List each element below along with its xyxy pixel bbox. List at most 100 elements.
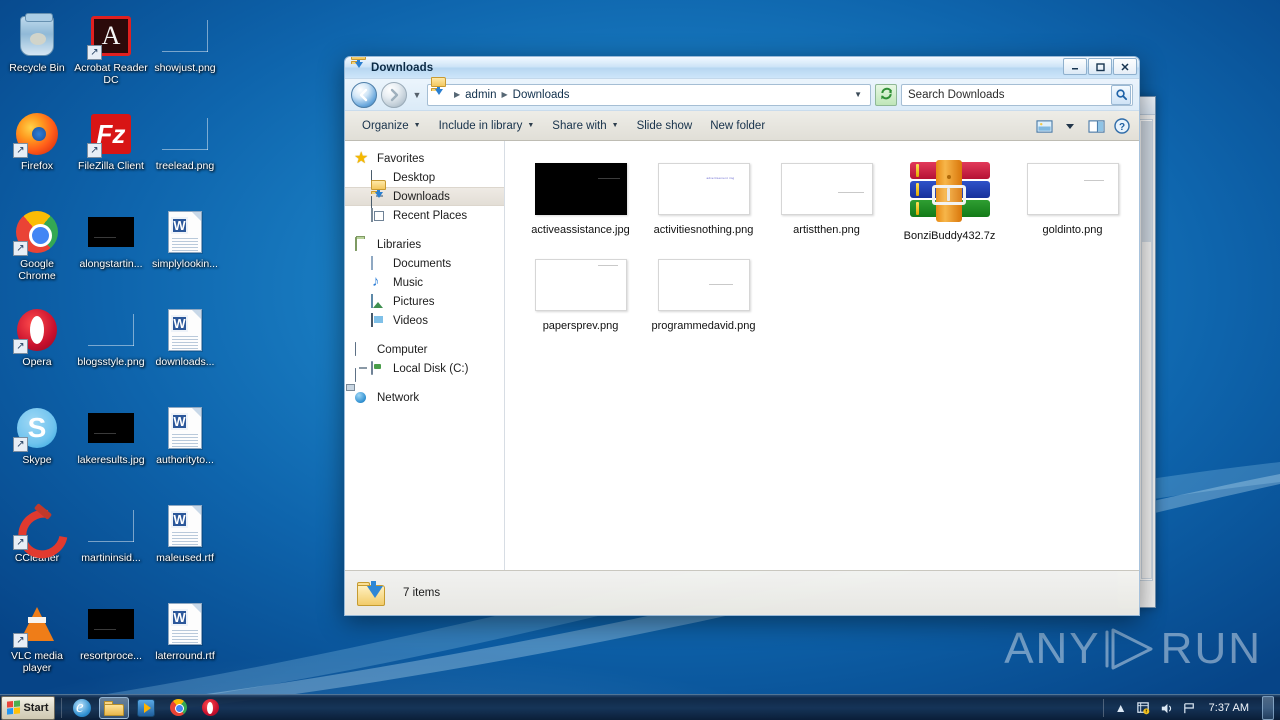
- minimize-button[interactable]: [1063, 58, 1087, 75]
- taskbar-windows-explorer[interactable]: [99, 696, 129, 719]
- sidebar-item-documents[interactable]: Documents: [345, 254, 504, 273]
- file-list-pane[interactable]: activeassistance.jpg advertisement img a…: [505, 141, 1139, 570]
- network-icon[interactable]: [1182, 700, 1198, 716]
- show-hidden-icons-chevron[interactable]: ▲: [1113, 700, 1129, 716]
- start-button[interactable]: Start: [1, 695, 55, 720]
- sidebar-item-music[interactable]: Music: [345, 273, 504, 292]
- forward-arrow-icon[interactable]: [381, 81, 407, 108]
- desktop-icon-skype[interactable]: S Skype: [0, 398, 74, 496]
- file-name: artistthen.png: [793, 224, 860, 236]
- desktop-icon-lakeresults[interactable]: lakeresults.jpg: [74, 398, 148, 496]
- file-item[interactable]: artistthen.png: [765, 155, 888, 251]
- taskbar-chrome[interactable]: [163, 697, 193, 719]
- shortcut-overlay-icon: [87, 45, 102, 60]
- desktop-icon-label: downloads...: [155, 356, 215, 368]
- sidebar-item-local-disk[interactable]: Local Disk (C:): [345, 359, 504, 378]
- desktop-icon-simplylookin[interactable]: W simplylookin...: [148, 202, 222, 300]
- desktop-icon-showjust[interactable]: showjust.png: [148, 6, 222, 104]
- close-button[interactable]: [1113, 58, 1137, 75]
- documents-icon: [371, 255, 387, 271]
- image-file-icon: [87, 600, 135, 648]
- sidebar-item-videos[interactable]: Videos: [345, 311, 504, 330]
- desktop-icon-downloads-doc[interactable]: W downloads...: [148, 300, 222, 398]
- file-item[interactable]: papersprev.png: [519, 251, 642, 341]
- preview-pane-icon[interactable]: [1085, 115, 1107, 137]
- volume-icon[interactable]: [1159, 700, 1175, 716]
- sidebar-item-recent-places[interactable]: Recent Places: [345, 206, 504, 225]
- opera-icon: [13, 306, 61, 354]
- recycle-bin-icon: [13, 12, 61, 60]
- file-item[interactable]: BonziBuddy432.7z: [888, 155, 1011, 251]
- desktop-icon-label: blogsstyle.png: [77, 356, 145, 368]
- breadcrumb-item-downloads[interactable]: Downloads: [511, 89, 572, 101]
- search-input[interactable]: Search Downloads: [901, 83, 1133, 106]
- desktop-icon-filezilla[interactable]: Fz FileZilla Client: [74, 104, 148, 202]
- desktop-icon-google-chrome[interactable]: Google Chrome: [0, 202, 74, 300]
- maximize-button[interactable]: [1088, 58, 1112, 75]
- desktop-icon-martininsid[interactable]: martininsid...: [74, 496, 148, 594]
- toolbar-share-with-button[interactable]: Share with ▼: [543, 117, 627, 135]
- desktop-icon-label: FileZilla Client: [78, 160, 144, 172]
- search-icon[interactable]: [1111, 84, 1131, 105]
- nav-label: Desktop: [393, 171, 436, 184]
- desktop-icon-label: VLC media player: [11, 650, 63, 674]
- window-body: Favorites Desktop Downloads Recent Place…: [345, 141, 1139, 570]
- toolbar-slide-show-button[interactable]: Slide show: [628, 117, 702, 135]
- window-titlebar[interactable]: Downloads: [345, 57, 1139, 79]
- desktop-icon-firefox[interactable]: Firefox: [0, 104, 74, 202]
- desktop-icon-maleused[interactable]: W maleused.rtf: [148, 496, 222, 594]
- taskbar-media-player[interactable]: [131, 697, 161, 719]
- recent-pages-chevron-icon[interactable]: ▼: [411, 90, 423, 100]
- desktop-icon-acrobat-reader[interactable]: A Acrobat Reader DC: [74, 6, 148, 104]
- clock[interactable]: 7:37 AM: [1205, 702, 1253, 714]
- image-thumbnail-white: advertisement img: [657, 163, 750, 215]
- file-item[interactable]: activeassistance.jpg: [519, 155, 642, 251]
- toolbar-include-in-library-button[interactable]: Include in library ▼: [430, 117, 544, 135]
- downloads-folder-icon: [351, 57, 366, 75]
- desktop-icon-ccleaner[interactable]: CCleaner: [0, 496, 74, 594]
- desktop-icon-resortproce[interactable]: resortproce...: [74, 594, 148, 692]
- windows-explorer-icon: [104, 700, 124, 716]
- action-center-flag-icon[interactable]: [1136, 700, 1152, 716]
- desktop-icon-authorityto[interactable]: W authorityto...: [148, 398, 222, 496]
- refresh-icon[interactable]: [875, 83, 897, 106]
- downloads-folder-icon: [431, 77, 446, 102]
- sidebar-item-downloads[interactable]: Downloads: [345, 179, 504, 206]
- desktop-icon-vlc[interactable]: VLC media player: [0, 594, 74, 692]
- desktop-icon-alongstartin[interactable]: alongstartin...: [74, 202, 148, 300]
- taskbar-internet-explorer[interactable]: [67, 697, 97, 719]
- breadcrumb-item-admin[interactable]: admin: [463, 89, 498, 101]
- desktop-icon-blogsstyle[interactable]: blogsstyle.png: [74, 300, 148, 398]
- windows-logo-icon: [7, 700, 21, 715]
- view-dropdown-icon[interactable]: [1059, 115, 1081, 137]
- breadcrumb[interactable]: ▶ admin ▶ Downloads ▼: [427, 77, 871, 106]
- file-item[interactable]: programmedavid.png: [642, 251, 765, 341]
- taskbar-opera[interactable]: [195, 697, 225, 719]
- desktop-icon-treelead[interactable]: treelead.png: [148, 104, 222, 202]
- show-desktop-button[interactable]: [1262, 696, 1274, 720]
- desktop-icon-opera[interactable]: Opera: [0, 300, 74, 398]
- help-icon[interactable]: ?: [1111, 115, 1133, 137]
- toolbar-new-folder-button[interactable]: New folder: [701, 117, 774, 135]
- toolbar-organize-button[interactable]: Organize ▼: [353, 117, 430, 135]
- file-thumbnail: [534, 255, 627, 315]
- shortcut-overlay-icon: [13, 535, 28, 550]
- navigation-pane: Favorites Desktop Downloads Recent Place…: [345, 141, 505, 570]
- nav-label: Music: [393, 276, 424, 289]
- nav-header-favorites[interactable]: Favorites: [345, 149, 504, 168]
- back-arrow-icon[interactable]: [351, 81, 377, 108]
- desktop-icon-recycle-bin[interactable]: Recycle Bin: [0, 6, 74, 104]
- address-dropdown-icon[interactable]: ▼: [852, 90, 868, 99]
- file-item[interactable]: goldinto.png: [1011, 155, 1134, 251]
- nav-header-libraries[interactable]: Libraries: [345, 235, 504, 254]
- desktop-icon-laterround[interactable]: W laterround.rtf: [148, 594, 222, 692]
- sidebar-item-network[interactable]: Network: [345, 388, 504, 407]
- music-icon: [371, 276, 387, 290]
- file-item[interactable]: advertisement img activitiesnothing.png: [642, 155, 765, 251]
- change-view-icon[interactable]: [1033, 115, 1055, 137]
- sidebar-item-desktop[interactable]: Desktop: [345, 168, 504, 210]
- background-window-scrollbar[interactable]: [1141, 121, 1152, 579]
- nav-header-computer[interactable]: Computer: [345, 340, 504, 382]
- sidebar-item-pictures[interactable]: Pictures: [345, 292, 504, 311]
- desktop-icon-label: alongstartin...: [79, 258, 143, 270]
